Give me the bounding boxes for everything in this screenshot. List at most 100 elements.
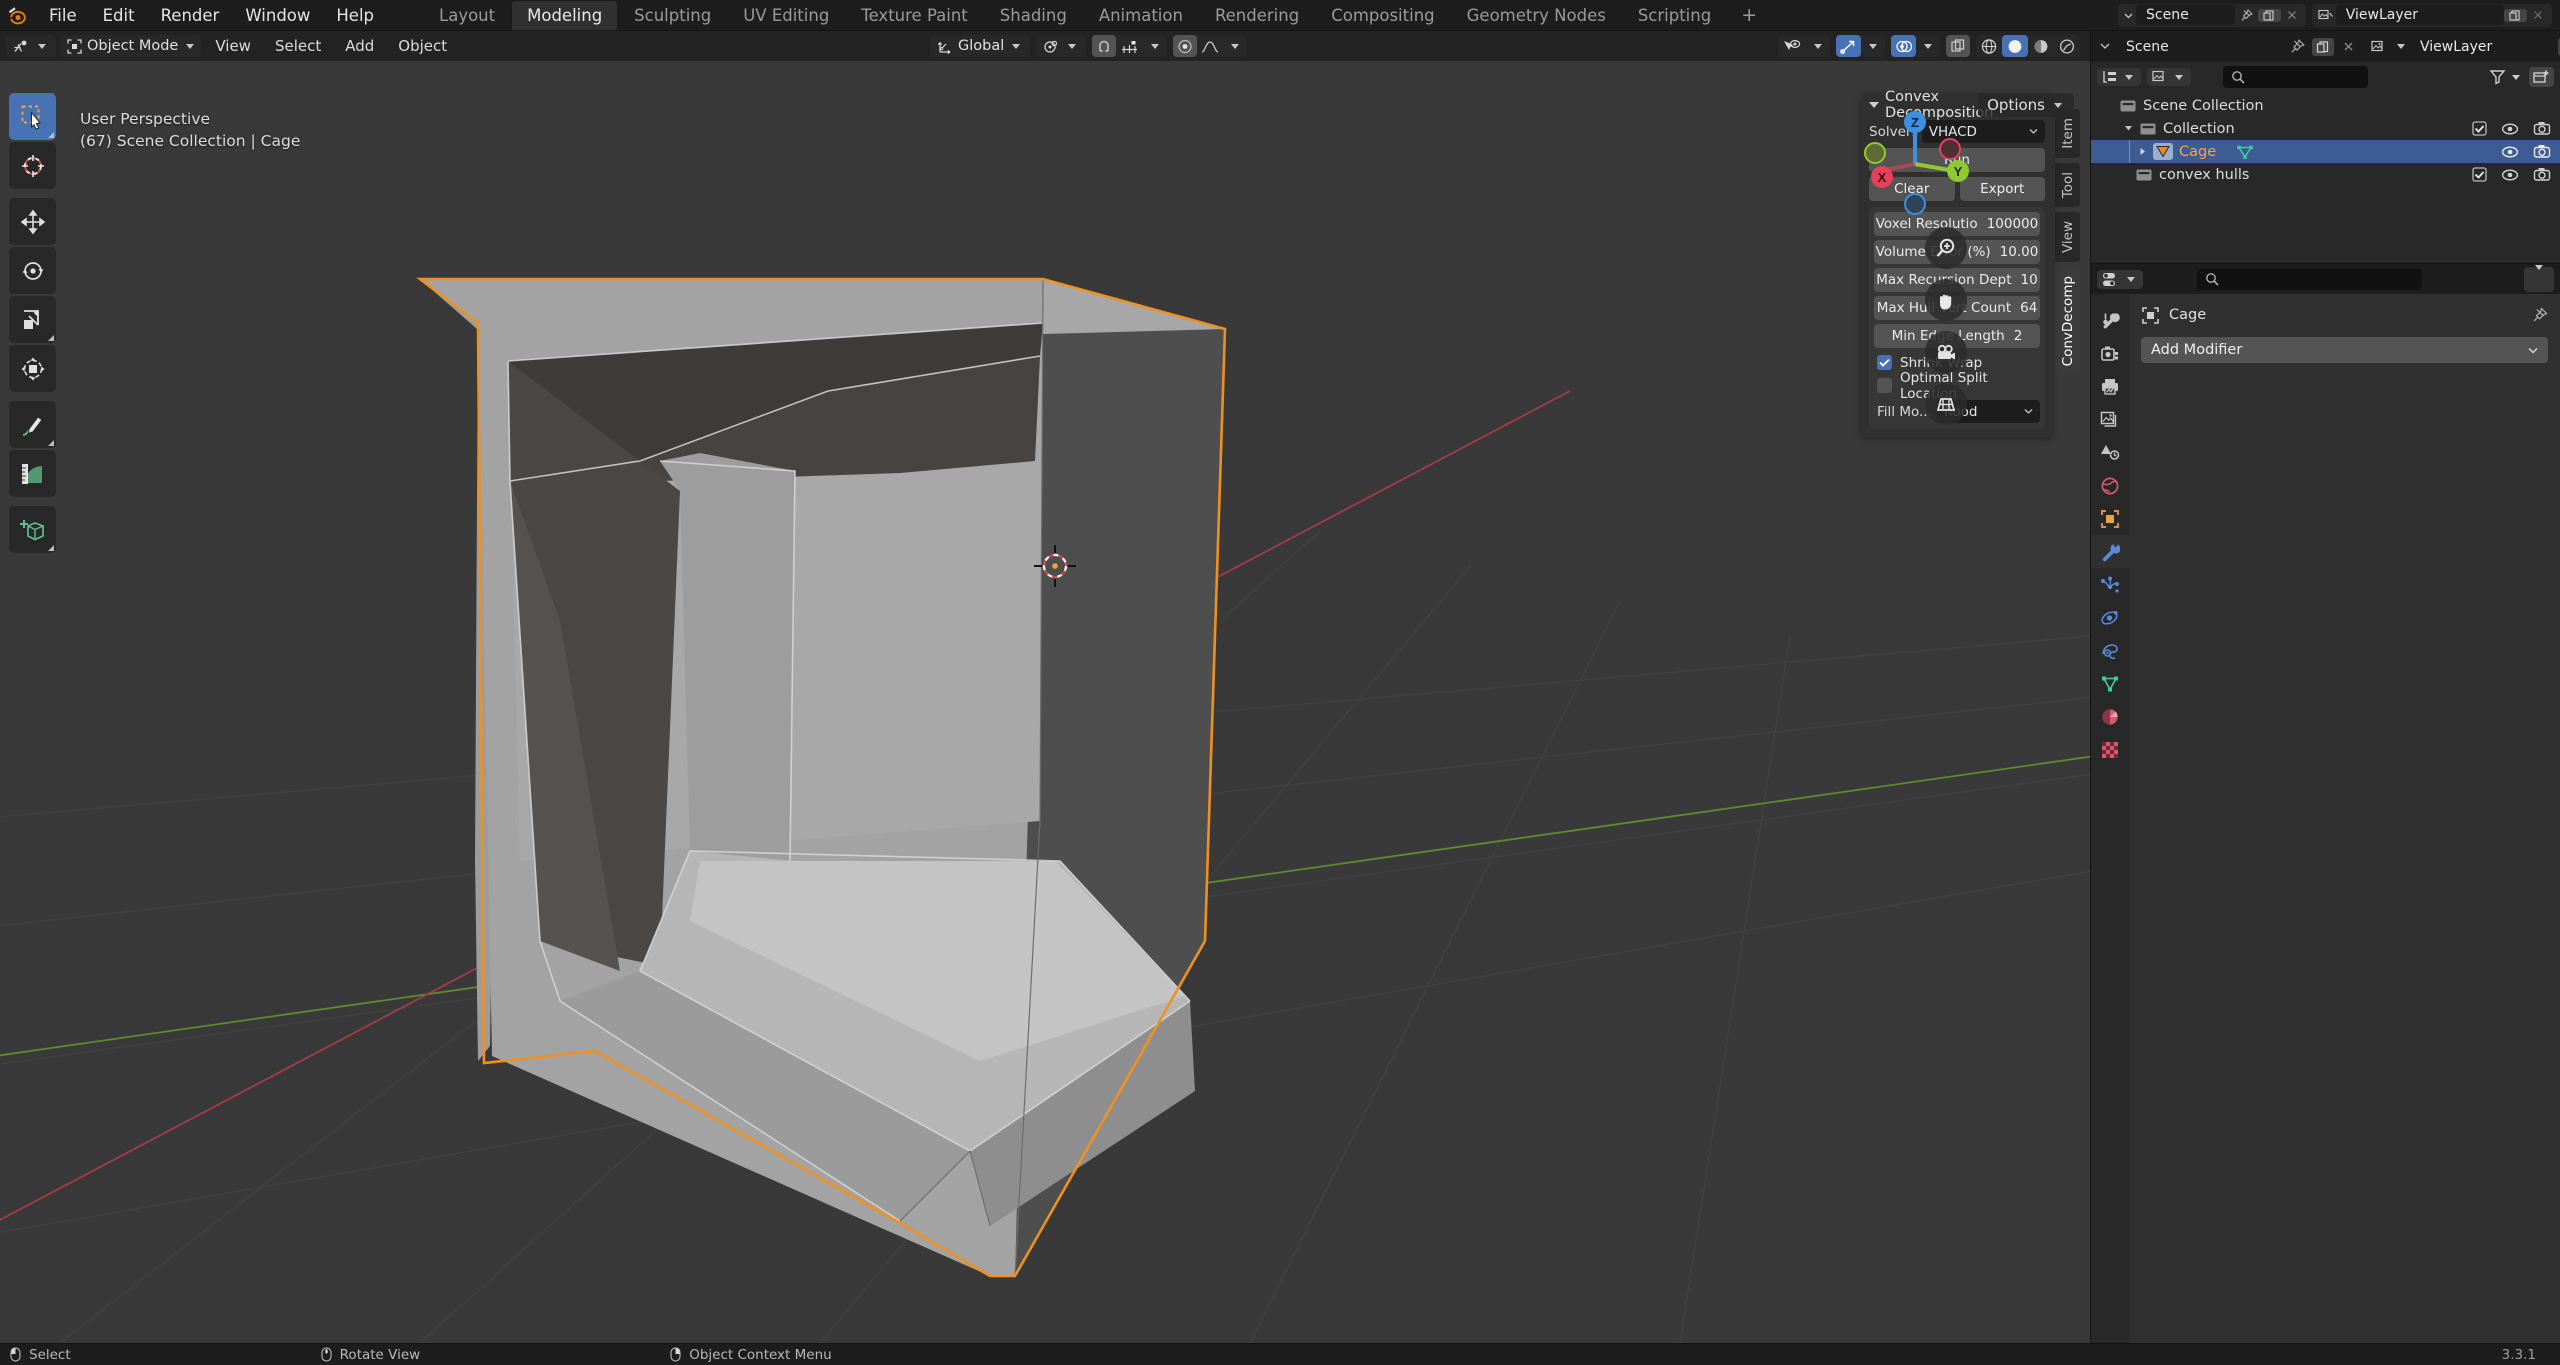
workspace-tab-animation[interactable]: Animation [1083, 0, 1199, 31]
menu-window[interactable]: Window [232, 0, 323, 31]
camera-icon[interactable] [2533, 167, 2551, 182]
cursor-3d-tool[interactable] [9, 142, 56, 189]
snap-increment-icon[interactable] [1116, 35, 1143, 57]
properties-tab-texture[interactable] [2091, 733, 2129, 766]
add-workspace-button[interactable]: + [1727, 0, 1771, 31]
object-visibility-icon[interactable] [1778, 35, 1806, 57]
outliner-filter-button[interactable] [2489, 69, 2523, 85]
properties-tab-scene[interactable] [2091, 436, 2129, 469]
proportional-icon[interactable] [1173, 35, 1198, 57]
shrink-wrap-checkbox[interactable] [1877, 355, 1892, 370]
blender-logo-icon[interactable] [0, 5, 36, 25]
menu-render[interactable]: Render [148, 0, 233, 31]
properties-tab-particles[interactable] [2091, 568, 2129, 601]
properties-tab-constraints[interactable] [2091, 634, 2129, 667]
properties-tab-data[interactable] [2091, 667, 2129, 700]
outliner-viewlayer-field[interactable]: ViewLayer [2412, 35, 2554, 58]
eye-icon[interactable] [2501, 145, 2519, 159]
overlays-icon[interactable] [1891, 35, 1916, 57]
workspace-tab-scripting[interactable]: Scripting [1622, 0, 1727, 31]
properties-tab-modifier[interactable] [2091, 535, 2129, 568]
interaction-mode-selector[interactable]: Object Mode [60, 35, 202, 57]
outliner-new-scene-icon[interactable] [2312, 37, 2334, 56]
outliner-delete-scene-icon[interactable] [2338, 40, 2359, 53]
outliner-row-scene-collection[interactable]: Scene Collection [2091, 94, 2560, 117]
menu-file[interactable]: File [36, 0, 90, 31]
scale-tool[interactable] [9, 296, 56, 343]
zoom-magnifier-icon[interactable] [1925, 227, 1967, 269]
menu-edit[interactable]: Edit [90, 0, 148, 31]
viewport-menu-view[interactable]: View [205, 35, 261, 57]
viewlayer-icon[interactable] [2363, 40, 2390, 54]
eye-icon[interactable] [2501, 122, 2519, 136]
visibility-dropdown[interactable] [1806, 35, 1830, 57]
tweak-select-tool[interactable] [9, 93, 56, 140]
viewport-menu-object[interactable]: Object [388, 35, 457, 57]
outliner-search-input[interactable] [2223, 66, 2368, 88]
pin-icon[interactable] [2235, 8, 2258, 22]
npanel-tab-convdecomp[interactable]: ConvDecomp [2055, 267, 2080, 376]
disclosure-triangle-icon[interactable] [2135, 147, 2149, 156]
properties-options-button[interactable] [2524, 264, 2554, 292]
properties-editor[interactable]: Cage Add Modifier [2090, 263, 2560, 1344]
new-scene-icon[interactable] [2257, 8, 2281, 22]
falloff-dropdown[interactable] [1223, 35, 1247, 57]
solid-shading-icon[interactable] [2002, 35, 2028, 57]
properties-tab-object[interactable] [2091, 502, 2129, 535]
workspace-tab-rendering[interactable]: Rendering [1199, 0, 1315, 31]
workspace-tab-sculpting[interactable]: Sculpting [618, 0, 727, 31]
viewport-canvas[interactable] [0, 61, 2090, 1343]
pivot-point-selector[interactable] [1036, 35, 1087, 57]
rotate-tool[interactable] [9, 247, 56, 294]
outliner-display-mode-button[interactable] [2097, 68, 2141, 86]
outliner-id-filter-button[interactable] [2147, 68, 2191, 86]
snap-dropdown[interactable] [1143, 35, 1167, 57]
delete-viewlayer-icon[interactable] [2527, 9, 2549, 21]
3d-viewport[interactable]: Object Mode View Select Add Object Globa… [0, 31, 2090, 1343]
transform-orientation-selector[interactable]: Global [930, 35, 1031, 57]
workspace-tab-texture-paint[interactable]: Texture Paint [845, 0, 983, 31]
disclosure-triangle-icon[interactable] [2121, 124, 2135, 133]
hand-pan-icon[interactable] [1925, 279, 1967, 321]
viewlayer-name-field[interactable]: ViewLayer [2335, 5, 2504, 25]
workspace-tab-layout[interactable]: Layout [423, 0, 511, 31]
workspace-tab-geometry-nodes[interactable]: Geometry Nodes [1451, 0, 1622, 31]
xray-icon[interactable] [1946, 35, 1970, 57]
overlays-dropdown[interactable] [1916, 35, 1940, 57]
gizmo-dropdown[interactable] [1861, 35, 1885, 57]
scene-browse-icon[interactable] [2121, 11, 2136, 20]
outliner-scene-field[interactable]: Scene [2118, 35, 2283, 58]
workspace-tab-uv-editing[interactable]: UV Editing [727, 0, 845, 31]
workspace-tab-compositing[interactable]: Compositing [1315, 0, 1450, 31]
outliner-row-convex-hulls[interactable]: convex hulls [2091, 163, 2560, 186]
checkbox-checked-icon[interactable] [2472, 167, 2487, 182]
viewlayer-icon[interactable] [2315, 9, 2336, 22]
properties-tab-material[interactable] [2091, 700, 2129, 733]
delete-scene-icon[interactable] [2281, 9, 2303, 21]
outliner-editor[interactable]: Scene ViewLayer Scene Collection Collect… [2090, 31, 2560, 263]
camera-icon[interactable] [1925, 331, 1967, 373]
properties-tab-physics[interactable] [2091, 601, 2129, 634]
add-cube-tool[interactable] [9, 506, 56, 553]
outliner-editor-icon[interactable] [2096, 42, 2114, 51]
scene-name-field[interactable]: Scene [2136, 5, 2235, 25]
perspective-grid-icon[interactable] [1925, 383, 1967, 425]
falloff-curve-icon[interactable] [1197, 35, 1223, 57]
properties-tab-render[interactable] [2091, 337, 2129, 370]
navigation-gizmo[interactable]: Z Y X [1850, 99, 1980, 229]
outliner-row-collection[interactable]: Collection [2091, 117, 2560, 140]
pin-icon[interactable] [2287, 39, 2308, 54]
checkbox-checked-icon[interactable] [2472, 121, 2487, 136]
viewport-menu-select[interactable]: Select [265, 35, 331, 57]
transform-tool[interactable] [9, 345, 56, 392]
wireframe-shading-icon[interactable] [1976, 35, 2002, 57]
pin-icon[interactable] [2532, 307, 2548, 323]
material-preview-shading-icon[interactable] [2028, 35, 2054, 57]
camera-icon[interactable] [2533, 144, 2551, 159]
add-modifier-button[interactable]: Add Modifier [2141, 337, 2548, 363]
viewlayer-chevron-icon[interactable] [2397, 44, 2405, 49]
properties-tab-output[interactable] [2091, 370, 2129, 403]
properties-tab-world[interactable] [2091, 469, 2129, 502]
menu-help[interactable]: Help [323, 0, 387, 31]
workspace-tab-shading[interactable]: Shading [984, 0, 1083, 31]
